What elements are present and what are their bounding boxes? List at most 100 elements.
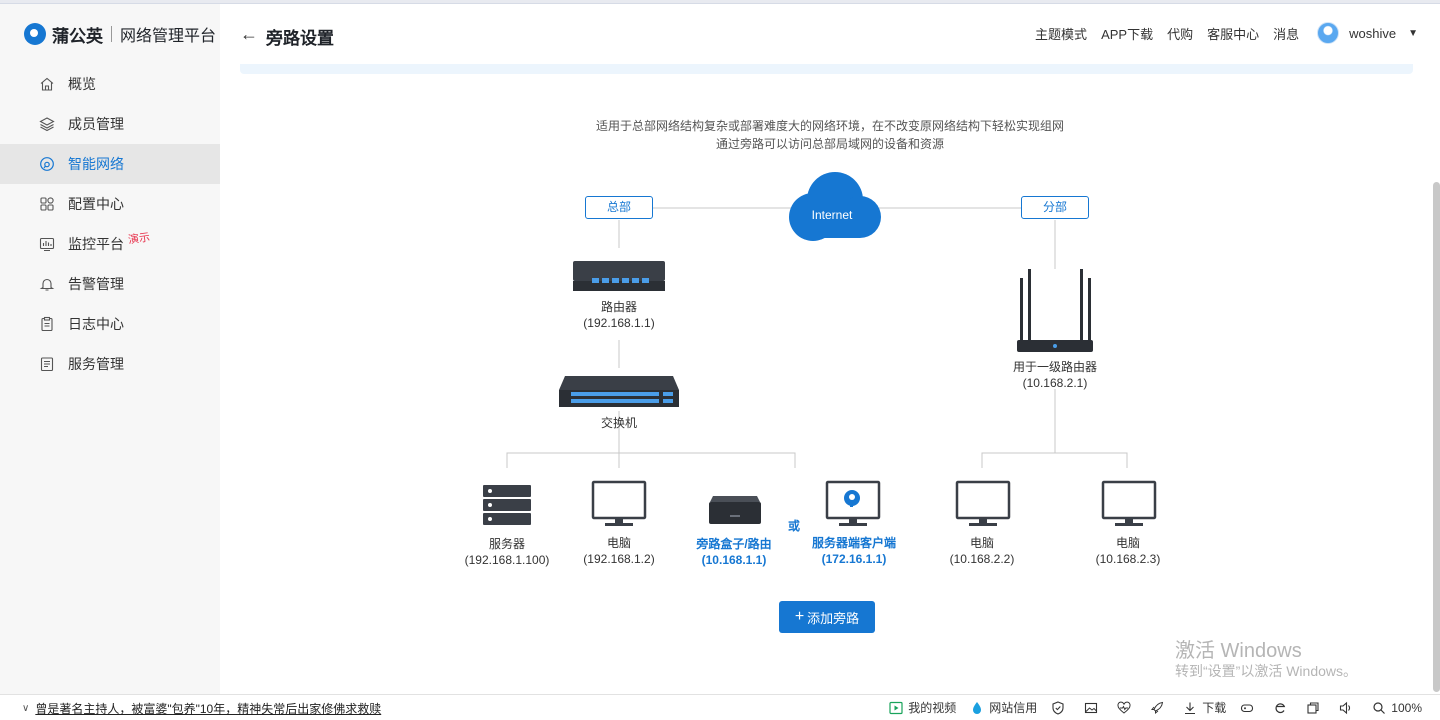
sidebar: 蒲公英 网络管理平台 概览 成员管理 智能网络 配置中心 监控平台 演示 告警管…	[0, 4, 220, 694]
branch-router-ip: (10.168.2.1)	[1022, 376, 1088, 390]
shield-icon	[1051, 700, 1065, 715]
sidebar-item-monitor[interactable]: 监控平台 演示	[0, 224, 220, 264]
sidebar-item-config-center[interactable]: 配置中心	[0, 184, 220, 224]
sidebar-item-smart-network[interactable]: 智能网络	[0, 144, 220, 184]
pc2-label: 电脑 (10.168.2.2)	[950, 535, 1015, 567]
hq-tag: 总部	[585, 196, 653, 219]
switch-label: 交换机	[600, 416, 638, 430]
chevron-down-icon[interactable]: ∨	[22, 703, 29, 714]
document-icon	[38, 355, 56, 373]
zoom-level: 100%	[1391, 700, 1422, 715]
pc1-name: 电脑	[606, 536, 632, 550]
rocket-icon	[1150, 701, 1164, 715]
sidebar-item-label: 服务管理	[68, 356, 124, 372]
grid-icon	[38, 195, 56, 213]
server-client-device-icon	[825, 480, 881, 526]
server-ip: (192.168.1.100)	[464, 553, 550, 567]
sidebar-item-label: 日志中心	[68, 316, 124, 332]
branch-router-label: 用于一级路由器 (10.168.2.1)	[1013, 359, 1097, 391]
download-button[interactable]: 下载	[1183, 699, 1226, 716]
speaker-icon	[1339, 701, 1353, 715]
windows-activation-title: 激活 Windows	[1175, 640, 1302, 662]
server-name: 服务器	[488, 537, 526, 551]
brand[interactable]: 蒲公英 网络管理平台	[24, 22, 216, 46]
monitor-icon	[38, 235, 56, 253]
sidebar-item-label: 成员管理	[68, 116, 124, 132]
sidebar-nav: 概览 成员管理 智能网络 配置中心 监控平台 演示 告警管理 日志中心 服务管理	[0, 64, 220, 384]
sidebar-item-services[interactable]: 服务管理	[0, 344, 220, 384]
network-topology-diagram	[483, 172, 1157, 526]
sidebar-item-label: 智能网络	[68, 156, 124, 172]
router-name: 路由器	[600, 300, 638, 314]
sidebar-item-members[interactable]: 成员管理	[0, 104, 220, 144]
bell-icon	[38, 275, 56, 293]
pc3-name: 电脑	[1115, 536, 1140, 550]
pc-device-icon	[1101, 480, 1157, 526]
ie-button[interactable]	[1273, 701, 1292, 715]
server-client-name: 服务器端客户端	[811, 536, 897, 550]
theme-mode-link[interactable]: 主题模式	[1035, 24, 1087, 43]
window-button[interactable]	[1306, 701, 1325, 715]
my-video-button[interactable]: 我的视频	[889, 699, 956, 716]
branch-router-device-icon	[1017, 269, 1093, 352]
health-button[interactable]	[1117, 701, 1136, 715]
brand-name: 蒲公英	[52, 26, 103, 46]
my-video-label: 我的视频	[908, 701, 957, 715]
bypass-box-label: 旁路盒子/路由 (10.168.1.1)	[696, 536, 771, 568]
image-button[interactable]	[1084, 701, 1103, 715]
pc1-ip: (192.168.1.2)	[583, 552, 655, 566]
shield-button[interactable]	[1051, 700, 1070, 715]
pc3-label: 电脑 (10.168.2.3)	[1096, 535, 1161, 567]
site-credit-button[interactable]: 网站信用	[970, 699, 1037, 716]
messages-link[interactable]: 消息	[1273, 24, 1299, 43]
caret-down-icon[interactable]: ▼	[1408, 28, 1418, 39]
sidebar-item-label: 配置中心	[68, 196, 124, 212]
window-icon	[1306, 701, 1320, 715]
bypass-box-device-icon	[709, 496, 761, 524]
router-ip: (192.168.1.1)	[583, 316, 655, 330]
sidebar-item-overview[interactable]: 概览	[0, 64, 220, 104]
pc3-ip: (10.168.2.3)	[1095, 552, 1161, 566]
pc2-ip: (10.168.2.2)	[949, 552, 1015, 566]
sidebar-item-label: 概览	[68, 76, 96, 92]
customer-service-link[interactable]: 客服中心	[1207, 24, 1259, 43]
add-bypass-button[interactable]: + 添加旁路	[779, 601, 875, 633]
server-label: 服务器 (192.168.1.100)	[465, 536, 550, 568]
server-client-label: 服务器端客户端 (172.16.1.1)	[812, 535, 896, 567]
sidebar-item-logs[interactable]: 日志中心	[0, 304, 220, 344]
news-link[interactable]: 曾是著名主持人，被富婆"包养"10年，精神失常后出家修佛求救赎	[35, 700, 381, 717]
zoom-button[interactable]: 100%	[1372, 701, 1422, 715]
demo-badge: 演示	[127, 231, 151, 247]
bypass-box-name: 旁路盒子/路由	[696, 537, 772, 551]
heart-pulse-icon	[1117, 701, 1131, 715]
game-button[interactable]	[1240, 701, 1259, 715]
sidebar-item-alerts[interactable]: 告警管理	[0, 264, 220, 304]
user-name[interactable]: woshive	[1349, 26, 1396, 41]
drop-icon	[970, 701, 984, 715]
rocket-button[interactable]	[1150, 701, 1169, 715]
home-icon	[38, 75, 56, 93]
magnifier-icon	[1372, 701, 1386, 715]
top-header: ← 旁路设置 主题模式 APP下载 代购 客服中心 消息 woshive ▼	[220, 4, 1440, 64]
volume-button[interactable]	[1339, 701, 1358, 715]
download-icon	[1183, 701, 1197, 715]
back-arrow-icon[interactable]: ←	[240, 24, 258, 44]
sidebar-item-label: 告警管理	[68, 276, 124, 292]
pc1-label: 电脑 (192.168.1.2)	[583, 535, 654, 567]
app-download-link[interactable]: APP下载	[1101, 24, 1153, 43]
news-ticker: ∨ 曾是著名主持人，被富婆"包养"10年，精神失常后出家修佛求救赎	[22, 700, 381, 717]
avatar[interactable]	[1317, 22, 1340, 44]
pc2-name: 电脑	[969, 536, 994, 550]
branch-router-name: 用于一级路由器	[1012, 360, 1098, 374]
pgy-logo-icon	[24, 23, 46, 45]
sidebar-item-label: 监控平台	[68, 236, 124, 252]
server-client-ip: (172.16.1.1)	[821, 552, 887, 566]
brand-subtitle: 网络管理平台	[120, 28, 217, 45]
clipboard-icon	[38, 315, 56, 333]
gamepad-icon	[1240, 701, 1254, 715]
purchase-link[interactable]: 代购	[1167, 24, 1193, 43]
router-label: 路由器 (192.168.1.1)	[583, 299, 654, 331]
image-icon	[1084, 701, 1098, 715]
add-bypass-label: 添加旁路	[807, 610, 860, 626]
internet-label: Internet	[811, 208, 853, 222]
